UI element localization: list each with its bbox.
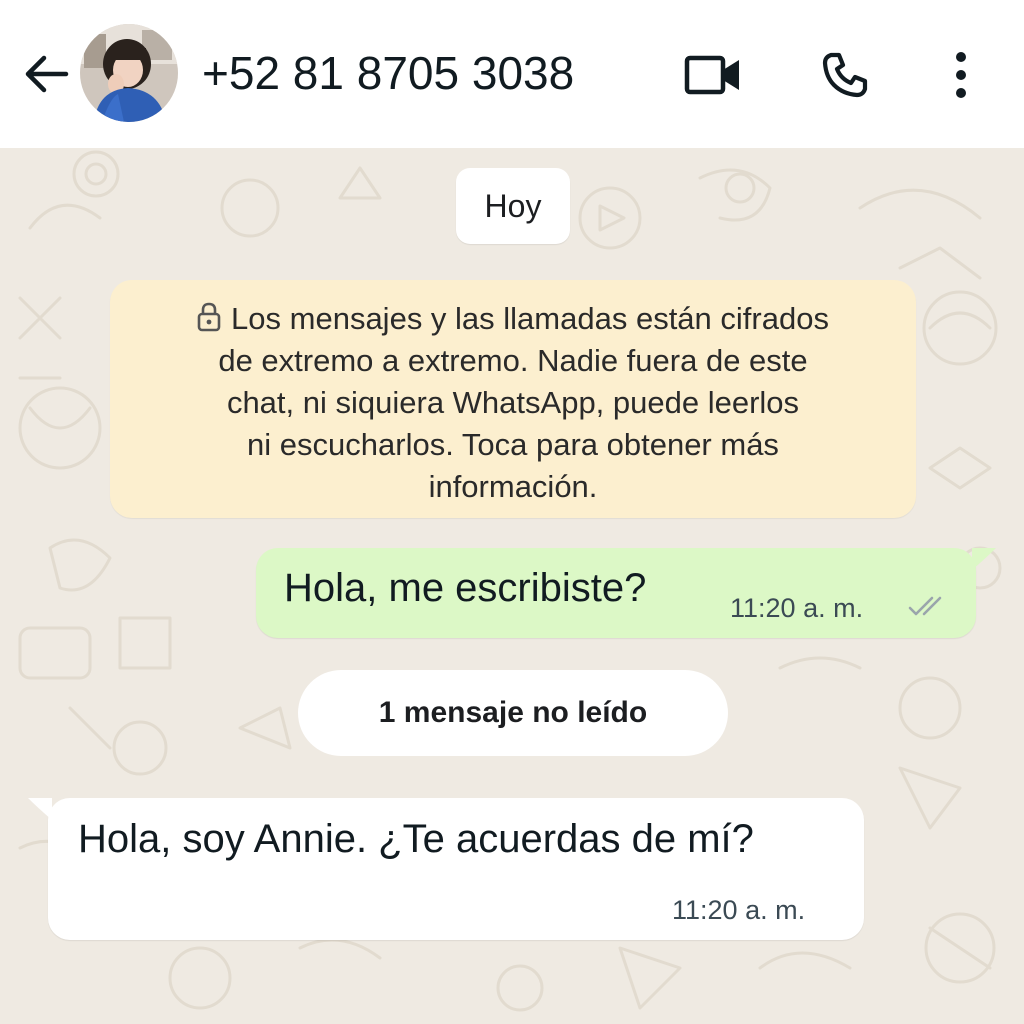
encryption-notice-line: información.	[428, 469, 598, 504]
outgoing-message[interactable]: Hola, me escribiste? 11:20 a. m.	[256, 548, 996, 638]
encryption-notice-line: Los mensajes y las llamadas están cifrad…	[110, 298, 916, 340]
voice-call-button[interactable]	[810, 40, 880, 110]
chat-area[interactable]: Hoy Los mensajes y las llamadas están ci…	[0, 148, 1024, 1024]
encryption-notice-line: chat, ni siquiera WhatsApp, puede leerlo…	[226, 385, 800, 420]
phone-icon	[822, 52, 868, 98]
double-check-icon	[908, 596, 942, 616]
encryption-notice-line: ni escucharlos. Toca para obtener más	[247, 427, 779, 462]
back-button[interactable]	[18, 48, 74, 100]
contact-name[interactable]: +52 81 8705 3038	[202, 44, 574, 102]
avatar[interactable]	[80, 24, 178, 122]
arrow-left-icon	[25, 55, 69, 93]
bubble-tail	[972, 548, 996, 570]
message-time: 11:20 a. m.	[730, 593, 864, 623]
unread-messages-banner: 1 mensaje no leído	[298, 670, 728, 756]
more-vertical-icon	[956, 52, 966, 98]
video-call-button[interactable]	[678, 40, 748, 110]
video-camera-icon	[684, 55, 739, 95]
chat-screen: +52 81 8705 3038 Hoy Los mensajes y las …	[0, 0, 1024, 1024]
incoming-message[interactable]: Hola, soy Annie. ¿Te acuerdas de mí? 11:…	[28, 798, 864, 940]
chat-header: +52 81 8705 3038	[0, 0, 1024, 148]
message-text: Hola, soy Annie. ¿Te acuerdas de mí?	[78, 817, 754, 861]
encryption-notice-line: de extremo a extremo. Nadie fuera de est…	[218, 343, 808, 378]
more-options-button[interactable]	[926, 40, 996, 110]
avatar-photo	[80, 24, 178, 122]
message-time: 11:20 a. m.	[672, 895, 806, 925]
encryption-notice[interactable]: Los mensajes y las llamadas están cifrad…	[110, 280, 916, 518]
date-separator: Hoy	[456, 168, 570, 244]
bubble-tail	[28, 798, 52, 820]
lock-icon	[197, 302, 221, 332]
message-text: Hola, me escribiste?	[284, 566, 647, 610]
